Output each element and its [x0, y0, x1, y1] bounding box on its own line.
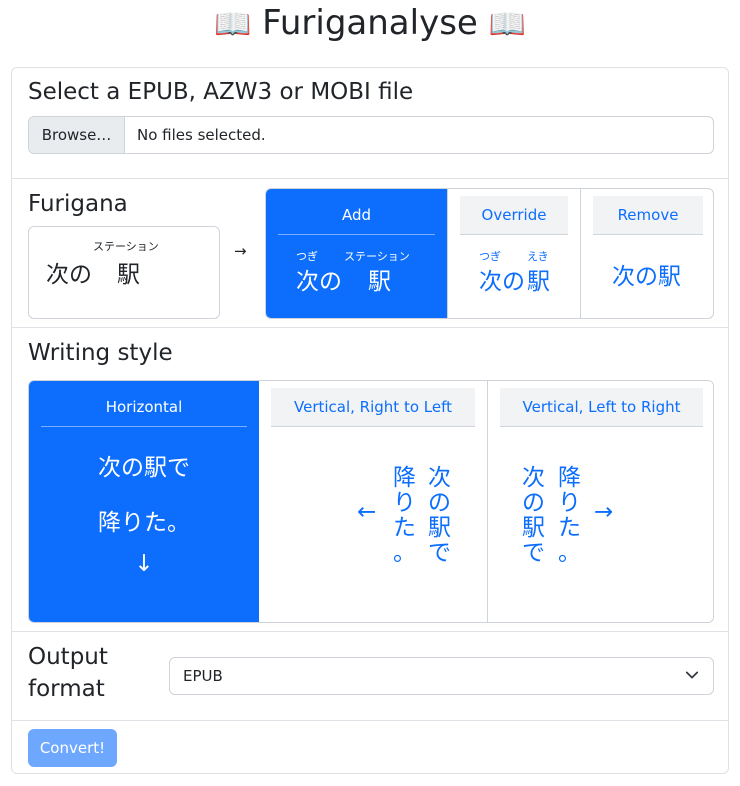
vertical-column-1: 次の駅で [427, 466, 452, 566]
writing-option-horizontal[interactable]: Horizontal 次の駅で 降りた。 ↓ [29, 381, 259, 622]
arrow-right-icon: → [594, 499, 614, 525]
vertical-column-1: 次の駅で [521, 466, 546, 566]
writing-option-vertical-ltr[interactable]: Vertical, Left to Right 次の駅で 降りた。 → [487, 381, 713, 622]
example-word: 次の [46, 262, 92, 288]
furigana-option-add[interactable]: Add つぎ ステーション 次の 駅 [266, 189, 447, 318]
divider [12, 178, 728, 179]
furigana-option-label: Override [460, 196, 568, 235]
page-title: 📖 Furiganalyse 📖 [0, 0, 740, 48]
sample-line: 次の駅で [98, 455, 190, 481]
output-format-select[interactable]: EPUB [169, 657, 714, 695]
vertical-char: り [558, 490, 581, 516]
example-word: 駅 [117, 262, 140, 288]
writing-option-label: Horizontal [41, 388, 247, 427]
vertical-char: で [522, 540, 545, 566]
furigana-option-label: Add [278, 196, 435, 235]
vertical-char: 次 [428, 465, 451, 491]
vertical-char: の [428, 490, 451, 516]
vertical-char: の [522, 490, 545, 516]
vertical-char: 駅 [428, 515, 451, 541]
kanji-text: 次の [479, 269, 525, 295]
output-format-value: EPUB [183, 667, 223, 685]
vertical-char: り [393, 490, 416, 516]
kanji-text: 次の [296, 269, 342, 295]
furigana-option-override[interactable]: Override つぎ えき 次の 駅 [447, 189, 580, 318]
writing-style-heading: Writing style [28, 340, 173, 366]
writing-option-vertical-rtl[interactable]: Vertical, Right to Left 次の駅で 降りた。 ← [259, 381, 487, 622]
vertical-char: 降 [558, 465, 581, 491]
furigana-section-heading: Furigana [28, 191, 128, 217]
vertical-char: た [393, 515, 416, 541]
vertical-char: 降 [393, 465, 416, 491]
book-icon: 📖 [213, 7, 252, 42]
vertical-char: 駅 [522, 515, 545, 541]
file-status: No files selected. [137, 126, 266, 144]
vertical-column-2: 降りた。 [392, 466, 417, 566]
arrow-right-icon: → [234, 242, 247, 260]
arrow-down-icon: ↓ [134, 551, 154, 577]
kanji-text: 次の駅 [612, 264, 681, 290]
output-format-heading-line: format [28, 676, 105, 702]
book-icon: 📖 [488, 7, 526, 42]
convert-button[interactable]: Convert! [28, 729, 117, 767]
kanji-text: 駅 [368, 269, 391, 295]
furigana-option-remove[interactable]: Remove 次の駅 [580, 189, 713, 318]
furigana-option-label: Remove [593, 196, 703, 235]
file-input[interactable]: Browse… No files selected. [28, 116, 714, 154]
vertical-column-2: 降りた。 [557, 466, 582, 566]
vertical-char: 。 [558, 540, 581, 566]
kanji-text: 駅 [527, 269, 550, 295]
vertical-char: た [558, 515, 581, 541]
vertical-char: 。 [393, 540, 416, 566]
output-format-heading-line: Output [28, 644, 108, 670]
output-format-heading: Output format [28, 643, 108, 703]
furigana-example: ステーション 次の 駅 [28, 226, 220, 319]
writing-style-options: Horizontal 次の駅で 降りた。 ↓ Vertical, Right t… [28, 380, 714, 623]
sample-line: 降りた。 [98, 510, 190, 536]
converter-form: Select a EPUB, AZW3 or MOBI file Browse…… [11, 67, 729, 774]
chevron-down-icon [685, 671, 699, 679]
vertical-char: 次 [522, 465, 545, 491]
divider [12, 631, 728, 632]
example-ruby: ステーション [93, 240, 159, 253]
page-title-text: Furiganalyse [262, 3, 478, 43]
divider [12, 327, 728, 328]
writing-option-label: Vertical, Right to Left [271, 388, 475, 427]
file-section-heading: Select a EPUB, AZW3 or MOBI file [28, 79, 414, 105]
writing-option-label: Vertical, Left to Right [500, 388, 703, 427]
divider [12, 720, 728, 721]
browse-button[interactable]: Browse… [29, 117, 125, 153]
furigana-options: Add つぎ ステーション 次の 駅 Override つぎ えき 次の 駅 R… [265, 188, 714, 319]
vertical-char: で [428, 540, 451, 566]
arrow-left-icon: ← [357, 499, 377, 525]
